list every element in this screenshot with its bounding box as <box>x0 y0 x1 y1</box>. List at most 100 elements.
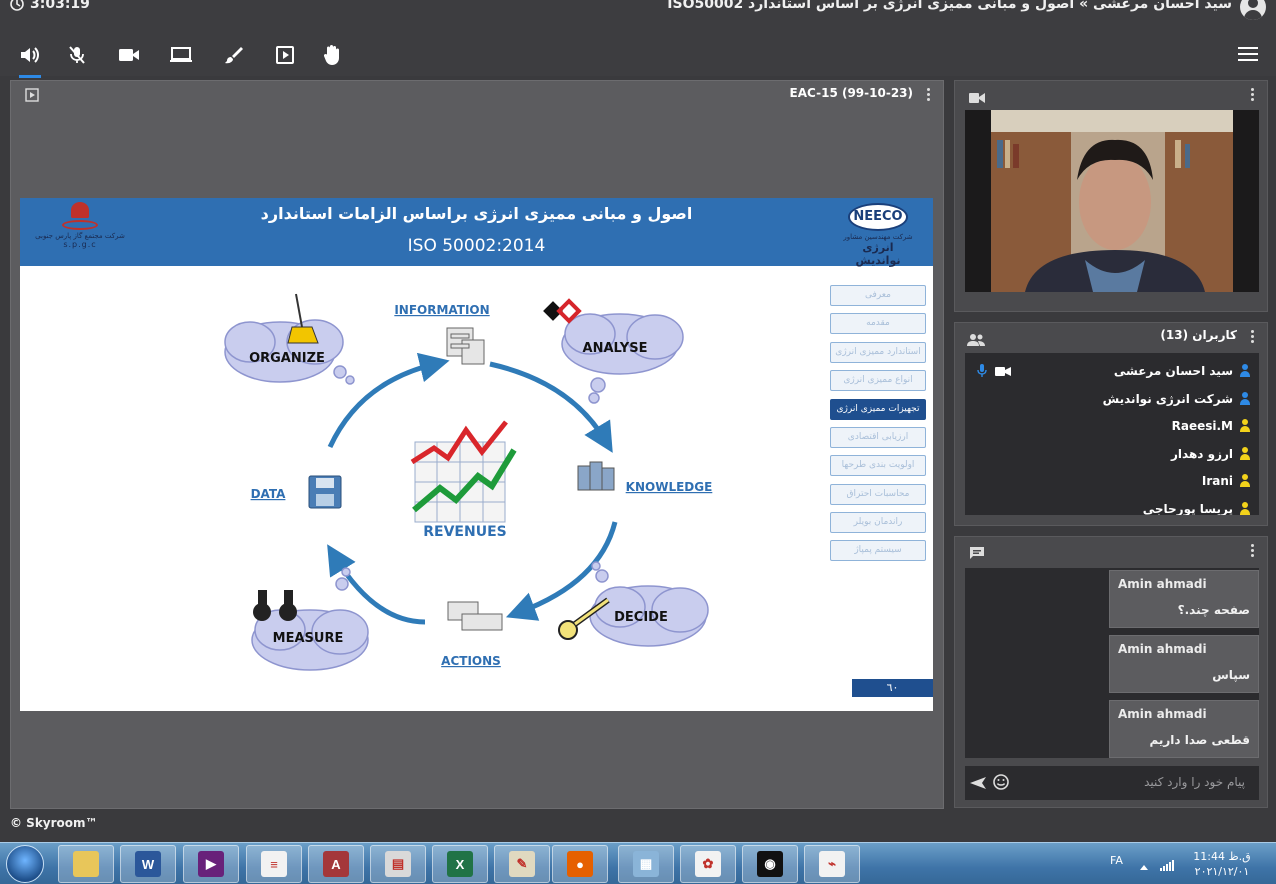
start-button-icon[interactable] <box>6 845 44 883</box>
presentation-more-icon[interactable] <box>927 88 931 102</box>
taskbar-recorder[interactable]: ◉ <box>742 845 798 883</box>
taskbar-control-panel[interactable]: ▦ <box>618 845 674 883</box>
spgc-abbr: s.p.g.c <box>63 240 97 249</box>
taskbar-notepad-doc[interactable]: ≡ <box>246 845 302 883</box>
mic-active-icon <box>977 364 987 377</box>
presentation-icon[interactable] <box>272 42 298 68</box>
tray-clock[interactable]: ق.ظ 11:44 ۲۰۲۱/۱۲/۰۱ <box>1192 849 1252 879</box>
cycle-label-organize: ORGANIZE <box>249 351 325 366</box>
presenter-video <box>965 110 1259 292</box>
speaker-icon[interactable] <box>17 42 43 78</box>
whiteboard-brush-icon[interactable] <box>220 42 246 68</box>
slide-menu-item[interactable]: محاسبات احتراق <box>830 484 926 505</box>
session-timer: 3:03:19 <box>10 0 90 12</box>
information-cabinet-icon <box>446 327 485 365</box>
taskbar-color-app[interactable]: ✿ <box>680 845 736 883</box>
user-name: شرکت انرژی نواندیش <box>1102 391 1233 406</box>
user-avatar-icon[interactable] <box>1240 0 1266 20</box>
top-bar: 3:03:19 سید احسان مرعشی » اصول و مبانی م… <box>0 0 1276 28</box>
tray-time: ق.ظ 11:44 <box>1193 850 1251 863</box>
taskbar-access[interactable]: A <box>308 845 364 883</box>
neeco-logo-org: انرژی نواندیش <box>855 241 901 267</box>
slide-menu-item[interactable]: ارزیابی اقتصادی <box>830 427 926 448</box>
timer-text: 3:03:19 <box>30 0 90 12</box>
taskbar-visual-studio[interactable]: ▶ <box>183 845 239 883</box>
word-icon: W <box>135 851 161 877</box>
user-row[interactable]: پریسا پورحاجی <box>1142 499 1251 516</box>
slide-menu-item[interactable]: تجهیزات ممیزی انرژی <box>830 399 926 420</box>
send-icon[interactable] <box>969 775 987 794</box>
network-signal-icon[interactable] <box>1160 856 1176 875</box>
floppy-disk-icon <box>308 475 342 509</box>
taskbar-paint[interactable]: ✎ <box>494 845 550 883</box>
users-more-icon[interactable] <box>1251 330 1255 344</box>
raise-hand-icon[interactable] <box>319 42 345 68</box>
slide-menu-item[interactable]: سیستم پمپاژ <box>830 540 926 561</box>
users-list: سید احسان مرعشی شرکت انرژی نواندیش Raeesi.… <box>965 353 1259 515</box>
user-icon <box>1239 364 1251 378</box>
slide-menu-item[interactable]: اولویت بندی طرحها <box>830 455 926 476</box>
video-more-icon[interactable] <box>1251 88 1255 102</box>
emoji-icon[interactable] <box>993 774 1009 794</box>
cycle-label-measure: MEASURE <box>273 631 344 646</box>
chat-more-icon[interactable] <box>1251 544 1255 558</box>
neeco-logo: NEECO شرکت مهندسین مشاور انرژی نواندیش <box>839 203 917 267</box>
color-app-icon: ✿ <box>695 851 721 877</box>
mic-muted-icon[interactable] <box>64 42 90 68</box>
clock-icon <box>10 0 24 11</box>
fax-printer-icon: ▤ <box>385 851 411 877</box>
session-title: سید احسان مرعشی » اصول و مبانی ممیزی انر… <box>667 0 1232 12</box>
taskbar-excel[interactable]: X <box>432 845 488 883</box>
slide-menu-item[interactable]: انواع ممیزی انرژی <box>830 370 926 391</box>
slide-title: اصول و مبانی ممیزی انرژی براساس الزامات … <box>260 204 693 223</box>
cycle-label-data: DATA <box>251 487 287 501</box>
cycle-label-knowledge: KNOWLEDGE <box>626 480 713 494</box>
user-name: سید احسان مرعشی <box>1113 364 1233 378</box>
user-name: Raeesi.M <box>1171 419 1233 433</box>
slide-menu-item[interactable]: راندمان بویلر <box>830 512 926 533</box>
chat-input[interactable]: پیام خود را وارد کنید <box>965 766 1259 800</box>
hamburger-menu-icon[interactable] <box>1238 46 1258 62</box>
taskbar-fax-printer[interactable]: ▤ <box>370 845 426 883</box>
chat-input-placeholder[interactable]: پیام خود را وارد کنید <box>1144 775 1245 789</box>
slide-menu-item[interactable]: استاندارد ممیزی انرژی <box>830 342 926 363</box>
slide-menu-item[interactable]: مقدمه <box>830 313 926 334</box>
screen-share-icon[interactable] <box>168 42 194 68</box>
slide-menu-item[interactable]: معرفی <box>830 285 926 306</box>
slide: اصول و مبانی ممیزی انرژی براساس الزامات … <box>20 198 933 711</box>
taskbar-firefox[interactable]: ● <box>552 845 608 883</box>
slide-page-number: ٦٠ <box>852 679 933 697</box>
tray-date: ۲۰۲۱/۱۲/۰۱ <box>1194 865 1250 878</box>
chat-messages: Amin ahmadi صفحه چند.؟ Amin ahmadi سپاس Amin… <box>965 568 1259 758</box>
user-status <box>977 364 1011 378</box>
actions-desk-icon <box>447 601 503 631</box>
firefox-icon: ● <box>567 851 593 877</box>
chat-message: Amin ahmadi قطعی صدا داریم <box>1109 700 1259 758</box>
taskbar-acrobat[interactable]: ⌁ <box>804 845 860 883</box>
user-icon <box>1239 391 1251 406</box>
users-panel-title: کاربران (13) <box>1160 328 1237 342</box>
cycle-label-information: INFORMATION <box>394 303 489 317</box>
decide-cloud <box>589 561 709 647</box>
cam-active-icon <box>995 366 1011 376</box>
chat-message-author: Amin ahmadi <box>1118 642 1207 656</box>
analyse-cloud <box>561 313 684 404</box>
file-explorer-icon <box>73 851 99 877</box>
user-row[interactable]: Raeesi.M <box>1172 416 1251 436</box>
copyright-text: © Skyroom™ <box>10 816 98 830</box>
windows-taskbar: FA ق.ظ 11:44 ۲۰۲۱/۱۲/۰۱ W ▶ ≡ A ▤ X ✎ ● ▦ ✿ ◉ ⌁ <box>0 842 1276 884</box>
taskbar-word[interactable]: W <box>120 845 176 883</box>
user-name: پریسا پورحاجی <box>1142 501 1233 516</box>
user-row[interactable]: سید احسان مرعشی <box>1114 361 1251 381</box>
tray-language[interactable]: FA <box>1110 854 1123 867</box>
energy-cycle-diagram: INFORMATION ANALYSE KNOWLEDGE DECIDE ACT… <box>224 293 713 671</box>
tray-expand-icon[interactable] <box>1139 856 1149 875</box>
taskbar-file-explorer[interactable] <box>58 845 114 883</box>
user-name: Irani <box>1201 474 1233 488</box>
camera-icon[interactable] <box>116 42 142 68</box>
user-name: ارزو دهدار <box>1171 446 1233 461</box>
user-row[interactable]: ارزو دهدار <box>1171 444 1251 464</box>
user-row[interactable]: شرکت انرژی نواندیش <box>1103 389 1251 409</box>
presentation-toggle-icon[interactable] <box>25 87 39 106</box>
user-row[interactable]: Irani <box>1202 471 1251 491</box>
